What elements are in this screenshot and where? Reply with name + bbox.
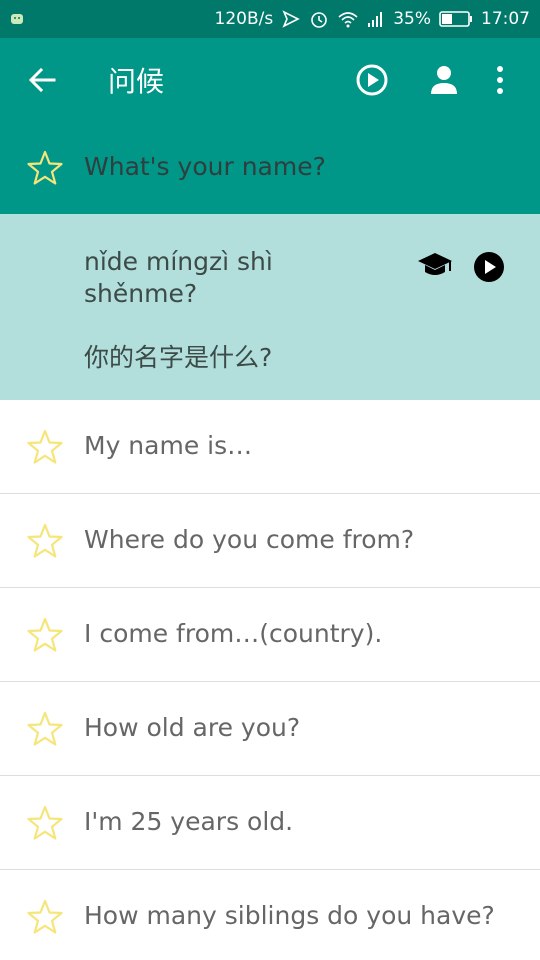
phrase-detail: nǐde míngzì shì shěnme? 你的名字是什么? [0, 214, 540, 400]
list-item[interactable]: I come from…(country). [0, 588, 540, 682]
back-arrow-icon[interactable] [26, 64, 58, 96]
list-item[interactable]: How old are you? [0, 682, 540, 776]
phrase-text: How old are you? [84, 713, 301, 742]
play-all-icon[interactable] [355, 63, 389, 101]
network-speed: 120B/s [214, 9, 274, 29]
list-item[interactable]: I'm 25 years old. [0, 776, 540, 870]
phrase-text: How many siblings do you have? [84, 901, 495, 930]
wifi-icon [337, 9, 359, 29]
star-outline-icon[interactable] [26, 898, 64, 940]
clock: 17:07 [481, 9, 530, 29]
signal-icon [367, 10, 385, 28]
star-outline-icon[interactable] [26, 616, 64, 658]
phrase-text: I come from…(country). [84, 619, 383, 648]
more-vert-icon[interactable] [494, 63, 506, 101]
star-outline-icon[interactable] [26, 428, 64, 470]
star-outline-icon[interactable] [26, 710, 64, 752]
phrase-list: My name is… Where do you come from? I co… [0, 400, 540, 960]
page-title: 问候 [108, 65, 165, 98]
selected-english: What's your name? [84, 152, 326, 181]
phrase-text: My name is… [84, 431, 253, 460]
list-item[interactable]: How many siblings do you have? [0, 870, 540, 960]
alarm-icon [309, 9, 329, 29]
hanzi-text: 你的名字是什么? [84, 343, 273, 372]
battery-percent: 35% [393, 9, 431, 29]
status-bar: 120B/s 35% 17:07 [0, 0, 540, 38]
star-outline-icon[interactable] [26, 149, 64, 191]
battery-icon [439, 11, 473, 27]
list-item[interactable]: My name is… [0, 400, 540, 494]
notification-icon [10, 12, 24, 26]
list-item[interactable]: Where do you come from? [0, 494, 540, 588]
pinyin-text: nǐde míngzì shì shěnme? [84, 247, 273, 308]
send-icon [281, 9, 301, 29]
phrase-text: Where do you come from? [84, 525, 415, 554]
selected-phrase[interactable]: What's your name? [0, 122, 540, 214]
play-circle-icon[interactable] [472, 250, 506, 288]
star-outline-icon[interactable] [26, 522, 64, 564]
app-bar: 问候 [0, 38, 540, 122]
account-icon[interactable] [428, 63, 460, 101]
graduation-cap-icon[interactable] [416, 250, 454, 284]
phrase-text: I'm 25 years old. [84, 807, 294, 836]
star-outline-icon[interactable] [26, 804, 64, 846]
